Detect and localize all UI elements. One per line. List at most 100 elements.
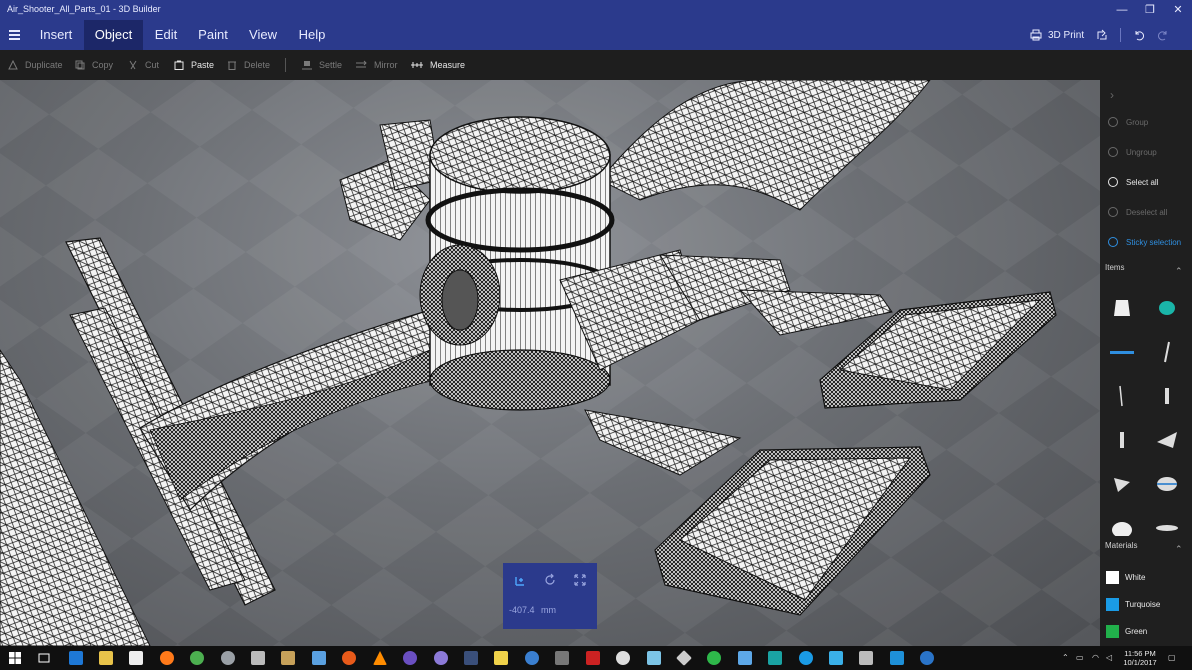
sticky-selection-label: Sticky selection [1126,237,1182,247]
app-icon[interactable] [859,651,873,665]
item-thumbnail[interactable] [1155,384,1179,408]
3d-builder-icon[interactable] [647,651,661,665]
battery-icon[interactable]: ▭ [1076,646,1084,670]
vlc-icon[interactable] [373,651,387,665]
tab-help[interactable]: Help [292,20,332,50]
calculator-icon[interactable] [251,651,265,665]
app-icon[interactable] [586,651,600,665]
item-thumbnail[interactable] [1155,516,1179,536]
item-thumbnail[interactable] [1155,340,1179,364]
tab-view[interactable]: View [243,20,283,50]
scissors-icon [129,60,137,70]
edge-browser-icon[interactable] [69,651,83,665]
undo-icon[interactable] [1133,29,1145,41]
item-thumbnail[interactable] [1110,340,1134,364]
app-icon[interactable] [555,651,569,665]
item-thumbnail[interactable] [1155,296,1179,320]
tab-edit[interactable]: Edit [146,20,186,50]
notifications-icon[interactable]: ▢ [1168,646,1176,670]
windows-start-icon[interactable] [8,651,22,665]
cut-button[interactable]: Cut [128,50,159,80]
material-swatch [1106,598,1119,611]
app-icon[interactable] [829,651,843,665]
minimize-button[interactable]: — [1108,0,1136,20]
mirror-button[interactable]: Mirror [355,50,398,80]
item-thumbnail[interactable] [1110,296,1134,320]
app-icon[interactable] [738,651,752,665]
skype-icon[interactable] [890,651,904,665]
app-icon[interactable] [799,651,813,665]
firefox-icon[interactable] [160,651,174,665]
app-icon[interactable] [434,651,448,665]
material-white[interactable]: White [1106,571,1145,584]
group-button[interactable]: Group [1108,117,1148,127]
item-thumbnail[interactable] [1155,428,1179,452]
app-icon[interactable] [342,651,356,665]
tab-object[interactable]: Object [84,20,143,50]
app-icon[interactable] [525,651,539,665]
materials-header: Materials [1105,541,1138,550]
material-green[interactable]: Green [1106,625,1147,638]
task-view-icon[interactable] [37,651,51,665]
mail-icon[interactable] [312,651,326,665]
wifi-icon[interactable]: ◠ [1092,646,1099,670]
app-icon[interactable] [403,651,417,665]
ungroup-button[interactable]: Ungroup [1108,147,1157,157]
3d-viewport[interactable] [0,80,1100,646]
volume-icon[interactable]: ◁ [1106,646,1112,670]
select-all-button[interactable]: Select all [1108,177,1158,187]
item-thumbnail[interactable] [1110,472,1134,496]
settings-gear-icon[interactable] [616,651,630,665]
tab-paint[interactable]: Paint [193,20,233,50]
rotate-icon[interactable] [543,573,557,587]
copy-button[interactable]: Copy [75,50,113,80]
items-collapse-icon[interactable]: ⌃ [1175,266,1183,277]
steam-icon[interactable] [464,651,478,665]
tray-expand-icon[interactable]: ⌃ [1062,646,1069,670]
move-icon[interactable] [513,573,527,587]
item-thumbnail[interactable] [1110,516,1134,536]
app-icon[interactable] [221,651,235,665]
restore-button[interactable]: ❐ [1136,0,1164,20]
store-icon[interactable] [129,651,143,665]
measure-button[interactable]: Measure [411,50,465,80]
app-icon[interactable] [676,650,692,666]
toolbar-divider [1120,28,1122,42]
wireframe-model[interactable] [0,80,1100,646]
scale-icon[interactable] [573,573,587,587]
hamburger-menu-icon[interactable] [4,20,26,50]
item-thumbnail[interactable] [1110,384,1134,408]
chrome-icon[interactable] [190,651,204,665]
transform-panel: -407.4 mm [503,563,597,629]
sticky-selection-toggle[interactable]: Sticky selection [1108,237,1181,247]
title-bar: Air_Shooter_All_Parts_01 - 3D Builder — … [0,0,1192,20]
material-label: Green [1125,627,1148,636]
app-icon[interactable] [768,651,782,665]
cut-label: Cut [145,60,160,70]
app-icon[interactable] [707,651,721,665]
material-swatch [1106,571,1119,584]
app-icon[interactable] [281,651,295,665]
settle-button[interactable]: Settle [302,50,342,80]
share-icon[interactable] [1096,29,1108,41]
paste-button[interactable]: Paste [174,50,214,80]
redo-icon[interactable] [1157,29,1169,41]
material-turquoise[interactable]: Turquoise [1106,598,1160,611]
collapse-panel-icon[interactable]: › [1110,88,1114,102]
deselect-all-button[interactable]: Deselect all [1108,207,1167,217]
items-list[interactable] [1100,284,1192,536]
delete-button[interactable]: Delete [227,50,270,80]
notes-icon[interactable] [494,651,508,665]
file-explorer-icon[interactable] [99,651,113,665]
tab-insert[interactable]: Insert [30,20,82,50]
3d-print-button[interactable]: 3D Print [1030,29,1084,41]
clipboard-icon [174,60,184,70]
close-button[interactable]: ✕ [1164,0,1192,20]
position-value[interactable]: -407.4 [509,605,535,615]
item-thumbnail[interactable] [1155,472,1179,496]
item-thumbnail[interactable] [1110,428,1134,452]
materials-collapse-icon[interactable]: ⌃ [1175,544,1183,555]
duplicate-button[interactable]: Duplicate [8,50,63,80]
system-clock[interactable]: 11:56 PM 10/1/2017 [1120,649,1160,667]
media-player-icon[interactable] [920,651,934,665]
